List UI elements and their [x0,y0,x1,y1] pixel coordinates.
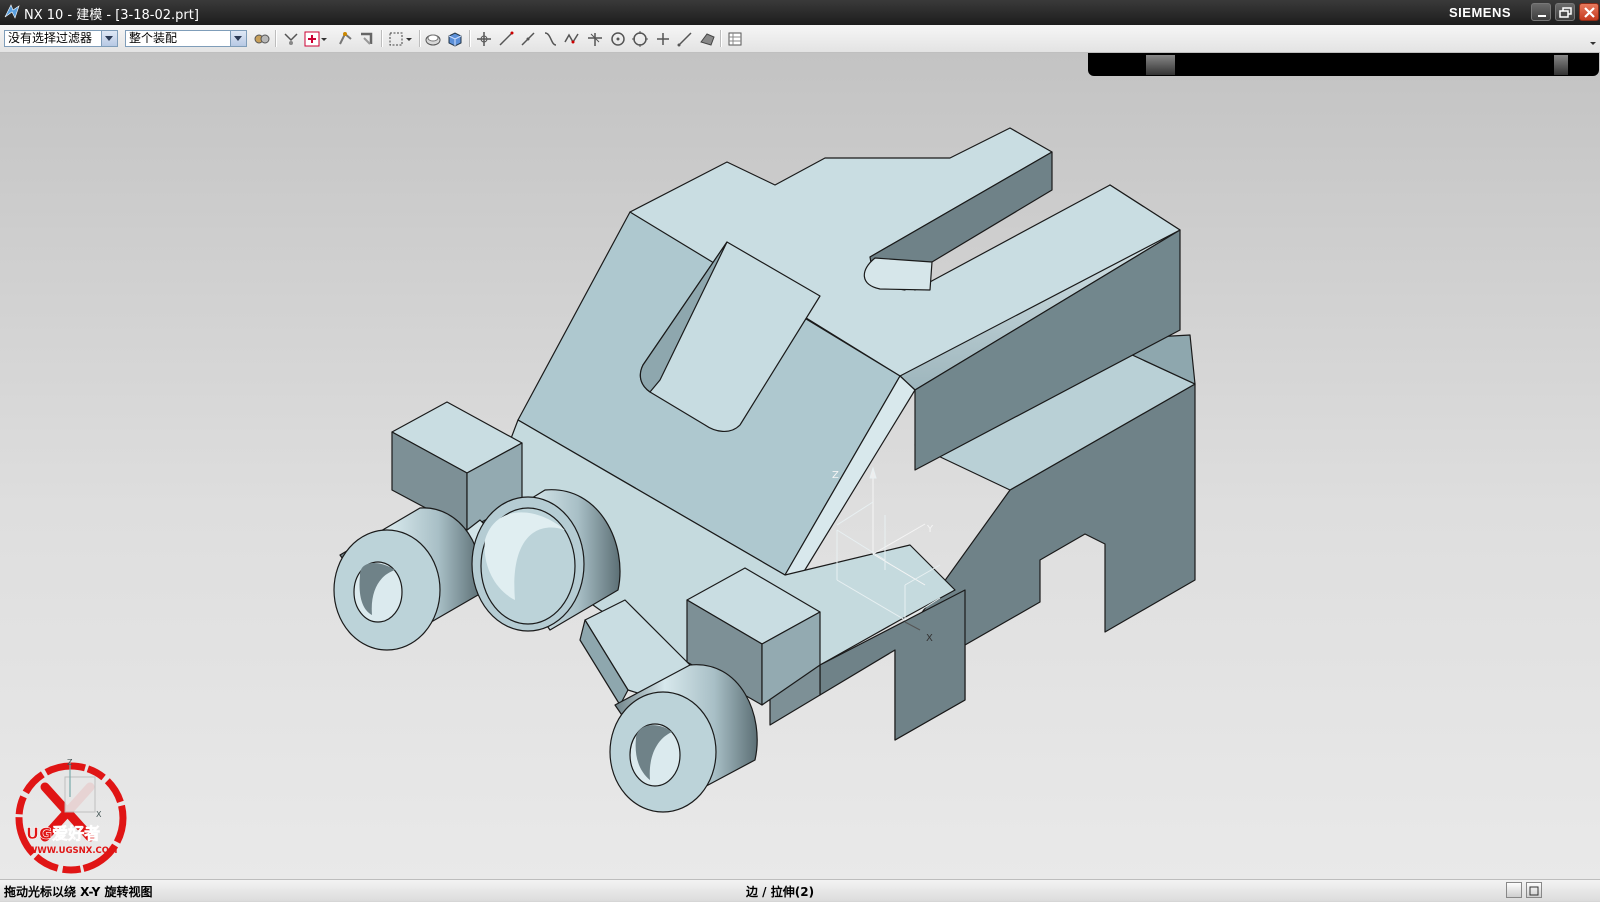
close-icon [1584,7,1595,18]
toolbar-separator [381,30,383,47]
graphics-viewport[interactable]: Z Y X Z X UG爱好者 WWW.UGSNX.COM [0,53,1600,879]
toolbar-overflow-icon[interactable] [1588,30,1598,48]
move-icon[interactable] [475,30,493,48]
svg-text:UG爱好者: UG爱好者 [26,824,100,843]
table-icon[interactable] [726,30,744,48]
nx-app-icon[interactable] [3,3,21,21]
curve-icon[interactable] [541,30,559,48]
filter-settings-icon[interactable] [253,30,271,48]
close-button[interactable] [1579,3,1599,21]
restore-button[interactable] [1555,3,1575,21]
shaded-view-icon[interactable] [424,30,442,48]
toolbar-separator [275,30,277,47]
ug-watermark-logo: Z X UG爱好者 WWW.UGSNX.COM [15,758,127,874]
svg-text:WWW.UGSNX.COM: WWW.UGSNX.COM [28,846,117,856]
title-bar: NX 10 - 建模 - [3-18-02.prt] SIEMENS [0,0,1600,25]
fork-slot-floor[interactable] [863,257,933,291]
chevron-down-icon[interactable] [101,31,117,46]
part-model[interactable]: Z Y X [0,53,1600,879]
line-icon[interactable] [497,30,515,48]
toolbar-separator [419,30,421,47]
point-circle-icon[interactable] [609,30,627,48]
toolbar-separator [469,30,471,47]
fullscreen-icon [1529,886,1539,896]
status-prompt: 拖动光标以绕 X-Y 旋转视图 [4,885,153,899]
status-bar: 拖动光标以绕 X-Y 旋转视图 边 / 拉伸(2) [0,879,1600,901]
triad-x-label: X [926,633,933,644]
window-title: NX 10 - 建模 - [3-18-02.prt] [24,8,199,23]
chevron-down-icon[interactable] [230,31,246,46]
minimize-button[interactable] [1531,3,1551,21]
select-chain-icon[interactable] [337,30,355,48]
scope-value: 整个装配 [129,31,178,45]
toolbar-separator [720,30,722,47]
svg-text:X: X [96,810,102,819]
triad-y-label: Y [926,524,934,535]
status-display-button[interactable] [1506,882,1522,898]
status-selection-info: 边 / 拉伸(2) [746,885,815,899]
minimize-icon [1538,15,1546,17]
scope-dropdown[interactable]: 整个装配 [125,30,247,47]
chevron-down-icon[interactable] [320,30,328,48]
plus-icon[interactable] [654,30,672,48]
select-feature-icon[interactable] [358,30,376,48]
intersection-icon[interactable] [586,30,604,48]
slash-line-icon[interactable] [676,30,694,48]
triad-z-label: Z [832,470,839,481]
spline-icon[interactable] [563,30,581,48]
selection-filter-value: 没有选择过滤器 [8,31,93,45]
line-icon-2[interactable] [519,30,537,48]
rectangle-select-icon[interactable] [387,30,405,48]
circle-icon[interactable] [631,30,649,48]
selection-filter-dropdown[interactable]: 没有选择过滤器 [4,30,118,47]
chevron-down-icon[interactable] [405,30,413,48]
svg-text:Z: Z [67,758,73,767]
selection-toolbar: 没有选择过滤器 整个装配 [0,25,1600,53]
snap-point-icon[interactable] [282,30,300,48]
wcs-icon[interactable] [698,30,716,48]
siemens-brand: SIEMENS [1449,5,1512,20]
restore-icon [1559,7,1572,18]
status-fullscreen-button[interactable] [1526,882,1542,898]
view-cube-icon[interactable] [446,30,464,48]
select-type-icon[interactable] [303,30,321,48]
